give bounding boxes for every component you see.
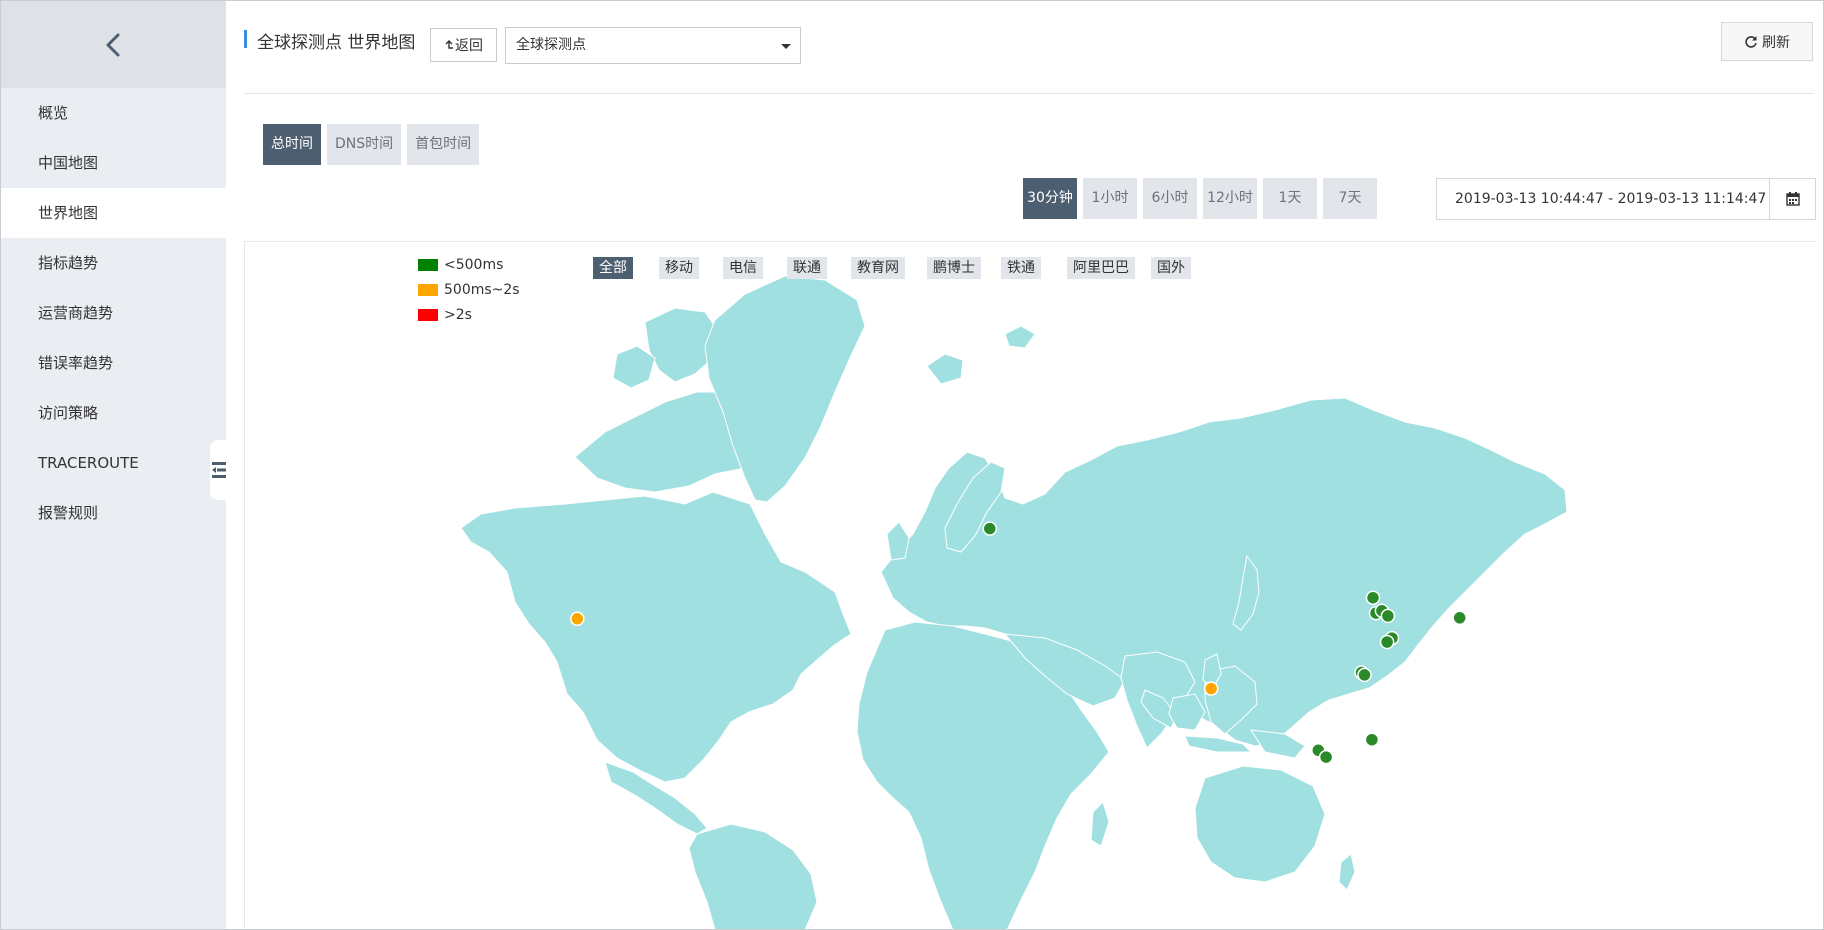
probe-point-3[interactable]: [1365, 590, 1381, 605]
sidebar-item-7[interactable]: TRACEROUTE: [1, 438, 226, 488]
isp-filter-2[interactable]: 电信: [723, 257, 763, 279]
north-america-landmass: [460, 491, 852, 783]
time-range-option-3[interactable]: 12小时: [1203, 178, 1257, 219]
legend-swatch: [418, 308, 438, 321]
refresh-button[interactable]: 刷新: [1721, 22, 1813, 61]
isp-filter-6[interactable]: 铁通: [1001, 257, 1041, 279]
probe-point-0[interactable]: [982, 521, 998, 536]
sidebar-item-4[interactable]: 运营商趋势: [1, 288, 226, 338]
title-accent-bar: [244, 30, 247, 48]
legend-swatch: [418, 258, 438, 271]
back-button[interactable]: 返回: [430, 28, 497, 62]
refresh-button-label: 刷新: [1762, 34, 1790, 51]
legend-label: <500ms: [444, 256, 504, 273]
probe-point-13[interactable]: [1318, 749, 1334, 765]
legend-swatch: [418, 283, 438, 296]
time-range-option-4[interactable]: 1天: [1263, 178, 1317, 219]
date-range-value: 2019-03-13 10:44:47 - 2019-03-13 11:14:4…: [1455, 191, 1767, 207]
madagascar-landmass: [1090, 801, 1110, 847]
time-range-option-5[interactable]: 7天: [1323, 178, 1377, 219]
britain-landmass: [886, 521, 910, 561]
sidebar-item-3[interactable]: 指标趋势: [1, 238, 226, 288]
probe-point-2[interactable]: [1203, 681, 1219, 696]
page-header: 全球探测点 世界地图 返回 全球探测点 刷新: [244, 22, 1814, 82]
metric-tab-0[interactable]: 总时间: [263, 124, 321, 165]
metric-tab-2[interactable]: 首包时间: [407, 124, 480, 165]
time-range-option-0[interactable]: 30分钟: [1023, 178, 1077, 219]
page-title: 全球探测点 世界地图: [257, 33, 416, 53]
isp-filter-1[interactable]: 移动: [659, 257, 699, 279]
world-map-panel: <500ms 500ms~2s >2s 全部 移动 电信 联通 教育网 鹏博士 铁通 阿里巴巴 国外: [244, 241, 1816, 929]
isp-filter-3[interactable]: 联通: [787, 257, 827, 279]
latency-legend: <500ms 500ms~2s >2s: [418, 252, 520, 327]
isp-filter-0[interactable]: 全部: [593, 257, 633, 279]
collapse-menu-icon: [212, 462, 226, 478]
probe-point-1[interactable]: [570, 611, 585, 626]
ellesmere-island-landmass: [612, 345, 656, 389]
sidebar-nav: 概览 中国地图 世界地图 指标趋势 运营商趋势 错误率趋势 访问策略 TRACEROUTE 报警…: [1, 88, 226, 538]
sidebar-item-5[interactable]: 错误率趋势: [1, 338, 226, 388]
sidebar-header: [1, 1, 226, 88]
header-divider: [244, 93, 1814, 94]
date-range-picker[interactable]: 2019-03-13 10:44:47 - 2019-03-13 11:14:4…: [1436, 178, 1816, 220]
legend-item-1[interactable]: 500ms~2s: [418, 277, 520, 302]
sidebar-item-2[interactable]: 世界地图: [1, 188, 226, 238]
time-range-tabs: 30分钟 1小时 6小时 12小时 1天 7天: [1023, 178, 1377, 219]
isp-filter-5[interactable]: 鹏博士: [927, 257, 981, 279]
new-zealand-landmass: [1338, 853, 1356, 891]
sidebar-item-1[interactable]: 中国地图: [1, 138, 226, 188]
sidebar-item-0[interactable]: 概览: [1, 88, 226, 138]
probe-point-14[interactable]: [1364, 732, 1380, 747]
calendar-button[interactable]: [1769, 179, 1815, 219]
probe-point-8[interactable]: [1379, 634, 1395, 650]
metric-tabs: 总时间 DNS时间 首包时间: [263, 124, 480, 165]
sidebar-item-6[interactable]: 访问策略: [1, 388, 226, 438]
legend-label: >2s: [444, 306, 472, 323]
svalbard-landmass: [1004, 325, 1036, 349]
land-masses: [460, 275, 1568, 929]
isp-filter-7[interactable]: 阿里巴巴: [1067, 257, 1135, 279]
legend-item-0[interactable]: <500ms: [418, 252, 520, 277]
south-america-landmass: [688, 823, 818, 929]
probe-select-value: 全球探测点: [516, 37, 586, 53]
australia-landmass: [1194, 765, 1326, 883]
calendar-icon: [1785, 192, 1800, 206]
caret-down-icon: [781, 44, 791, 49]
time-range-option-1[interactable]: 1小时: [1083, 178, 1137, 219]
probe-point-10[interactable]: [1357, 667, 1372, 683]
probe-select[interactable]: 全球探测点: [505, 27, 801, 64]
sidebar-item-8[interactable]: 报警规则: [1, 488, 226, 538]
refresh-icon: [1745, 35, 1757, 48]
back-button-label: 返回: [455, 38, 483, 54]
legend-label: 500ms~2s: [444, 281, 520, 298]
chevron-left-icon[interactable]: [100, 31, 128, 59]
world-map[interactable]: [245, 242, 1816, 929]
isp-filter-8[interactable]: 国外: [1151, 257, 1191, 279]
metric-tab-1[interactable]: DNS时间: [327, 124, 402, 165]
return-arrow-icon: [445, 40, 453, 49]
probe-point-6[interactable]: [1380, 608, 1396, 624]
time-range-option-2[interactable]: 6小时: [1143, 178, 1197, 219]
iceland-landmass: [926, 353, 964, 385]
sidebar: 概览 中国地图 世界地图 指标趋势 运营商趋势 错误率趋势 访问策略 TRACEROUTE 报警…: [1, 1, 228, 929]
probe-point-11[interactable]: [1452, 610, 1467, 626]
legend-item-2[interactable]: >2s: [418, 302, 520, 327]
sidebar-collapse-handle[interactable]: [210, 440, 228, 500]
isp-filter-4[interactable]: 教育网: [851, 257, 905, 279]
